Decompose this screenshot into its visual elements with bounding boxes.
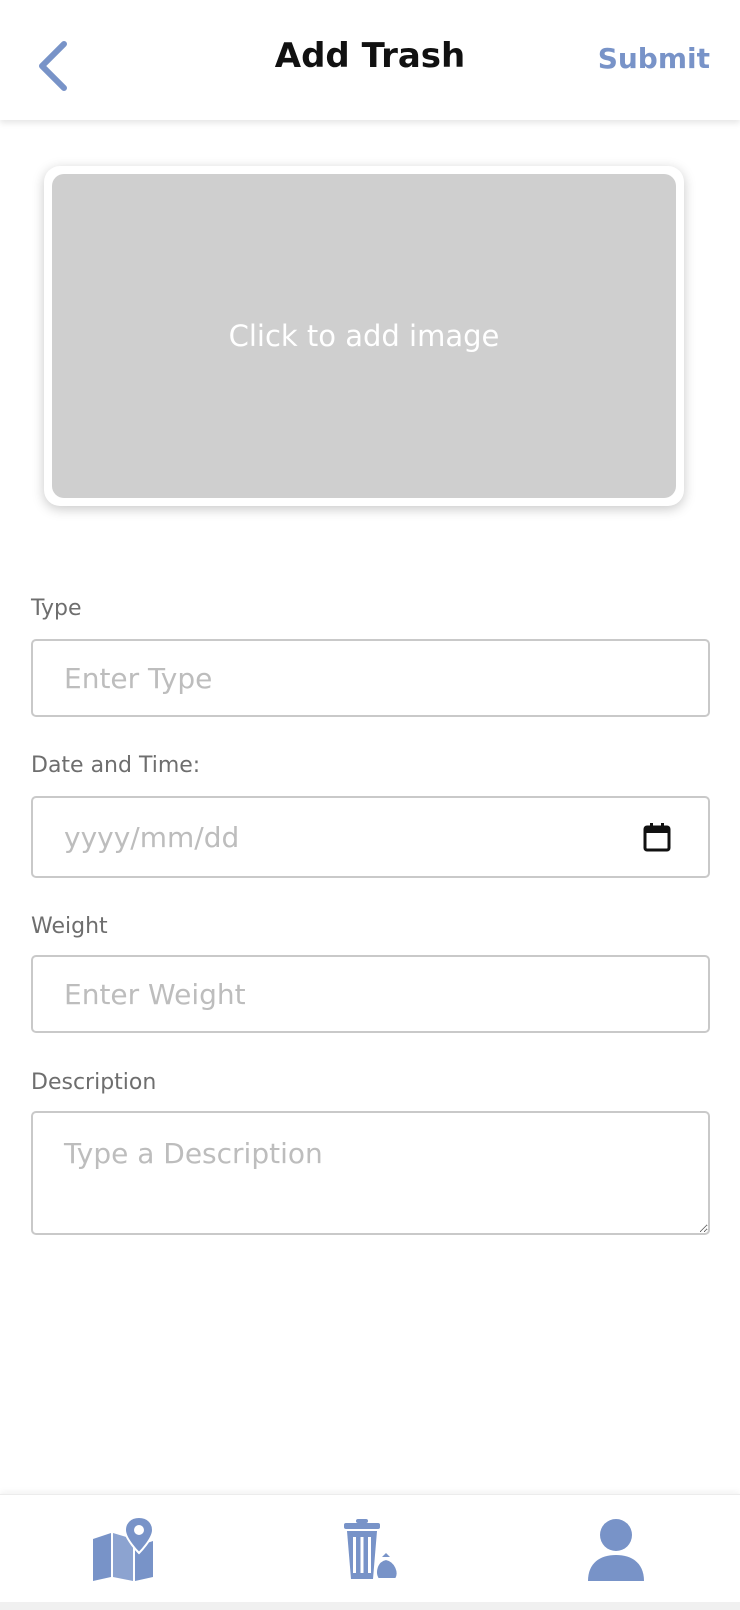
add-image-button[interactable]: Click to add image — [52, 174, 676, 498]
image-upload-card: Click to add image — [44, 166, 684, 506]
type-input[interactable] — [31, 639, 710, 717]
weight-label: Weight — [31, 914, 108, 939]
description-label: Description — [31, 1070, 157, 1095]
nav-item-profile[interactable] — [556, 1495, 676, 1603]
calendar-icon[interactable] — [643, 822, 671, 852]
nav-item-map[interactable] — [63, 1495, 183, 1603]
app-header: Add Trash Submit — [0, 0, 740, 120]
submit-button[interactable]: Submit — [598, 42, 710, 75]
trash-bin-icon — [344, 1519, 399, 1580]
datetime-label: Date and Time: — [31, 753, 201, 778]
weight-input[interactable] — [31, 955, 710, 1033]
type-label: Type — [31, 596, 82, 621]
add-image-label: Click to add image — [228, 319, 500, 353]
nav-item-trash[interactable] — [310, 1495, 430, 1603]
map-location-icon — [93, 1517, 155, 1581]
description-textarea[interactable] — [31, 1111, 710, 1235]
bottom-nav — [0, 1494, 740, 1602]
bottom-edge — [0, 1602, 740, 1610]
date-input[interactable]: yyyy/mm/dd — [31, 796, 710, 878]
date-placeholder: yyyy/mm/dd — [64, 820, 240, 854]
user-profile-icon — [588, 1519, 644, 1581]
